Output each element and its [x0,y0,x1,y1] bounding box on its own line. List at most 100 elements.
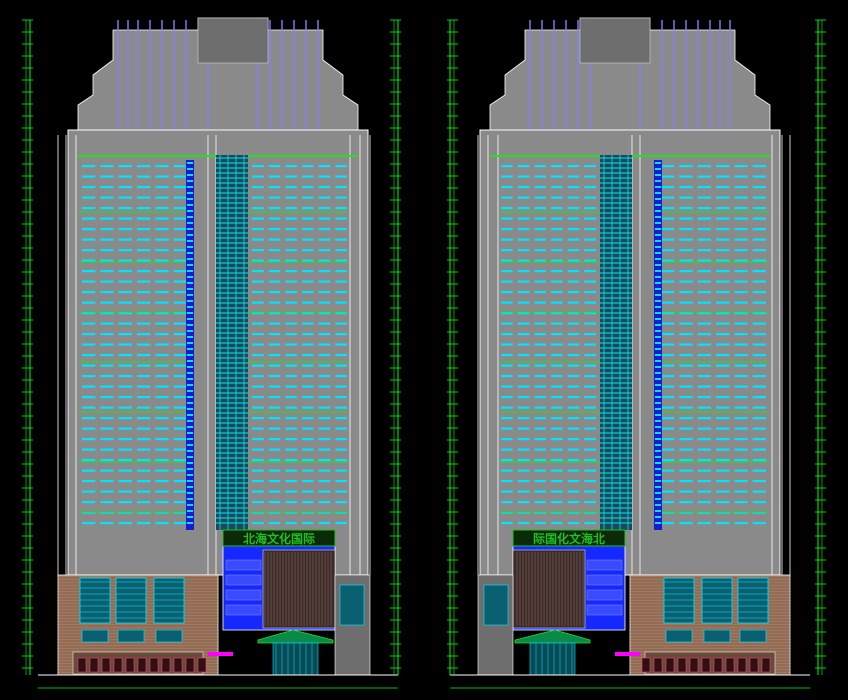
window-strip [100,322,114,325]
window-strip [285,375,297,378]
window-strip [517,301,530,304]
blue-panel [225,559,262,571]
mullion-glass [187,222,193,224]
mullion-glass [187,342,193,344]
window-strip [268,438,281,441]
window-strip [100,175,114,178]
window-strip [517,165,530,168]
window-strip [118,354,132,357]
window-strip [252,175,264,178]
window-strip [335,438,347,441]
window-strip [155,448,169,451]
crown-core [579,17,651,64]
window-strip [551,165,563,168]
window-strip [584,333,596,336]
window-strip [285,238,297,241]
window-strip [100,259,114,262]
window-strip [697,438,711,441]
window-strip [517,375,530,378]
window-strip [268,427,281,430]
window-strip [155,196,169,199]
window-strip [697,165,711,168]
window-strip [584,354,596,357]
window-strip [100,238,114,241]
window-strip [137,406,151,409]
window-strip [679,333,693,336]
window-strip [517,207,530,210]
window-strip [567,280,580,283]
window-strip [661,459,675,462]
window-strip [137,364,151,367]
window-strip [285,280,297,283]
window-strip [501,427,513,430]
window-strip [734,270,748,273]
window-strip [318,165,331,168]
mullion-glass [187,456,193,458]
window-strip [252,291,264,294]
mullion-glass [655,306,661,308]
window-strip [501,259,513,262]
window-strip [734,354,748,357]
shop-door [137,657,147,673]
window-strip [661,396,675,399]
window-strip [118,501,132,504]
window-strip [584,459,596,462]
window-strip [551,469,563,472]
window-strip [584,406,596,409]
elevation-drawing: 北海文化国际 际国化文海北 [0,0,848,700]
window-strip [302,385,314,388]
window-strip [551,343,563,346]
window-strip [534,228,546,231]
mullion-glass [655,204,661,206]
window-strip [752,186,766,189]
mullion-glass [655,294,661,296]
window-strip [567,291,580,294]
window-strip [252,385,264,388]
window-strip [302,301,314,304]
mullion-glass [187,282,193,284]
podium-bay [701,577,733,624]
shop-door [89,657,99,673]
window-strip [716,270,730,273]
window-strip [268,448,281,451]
window-strip [697,228,711,231]
mullion-glass [187,492,193,494]
mullion-glass [655,336,661,338]
window-strip [551,396,563,399]
window-strip [318,280,331,283]
window-strip [752,165,766,168]
window-strip [82,406,96,409]
window-strip [551,448,563,451]
window-strip [335,417,347,420]
window-strip [285,196,297,199]
shop-door [749,657,759,673]
window-strip [584,238,596,241]
window-strip [285,522,297,525]
window-strip [252,186,264,189]
window-strip [118,186,132,189]
window-strip [584,291,596,294]
window-strip [302,322,314,325]
window-strip [661,228,675,231]
window-strip [118,165,132,168]
shop-door [149,657,159,673]
window-strip [137,280,151,283]
window-strip [100,228,114,231]
window-strip [252,196,264,199]
window-strip [501,165,513,168]
window-strip [302,186,314,189]
window-strip [501,364,513,367]
mullion-glass [187,324,193,326]
window-strip [551,480,563,483]
window-strip [661,375,675,378]
window-strip [517,228,530,231]
window-strip [734,186,748,189]
window-strip [100,417,114,420]
window-strip [501,217,513,220]
window-strip [534,207,546,210]
mullion-glass [187,306,193,308]
window-strip [501,333,513,336]
window-strip [716,259,730,262]
window-strip [318,186,331,189]
window-strip [318,301,331,304]
